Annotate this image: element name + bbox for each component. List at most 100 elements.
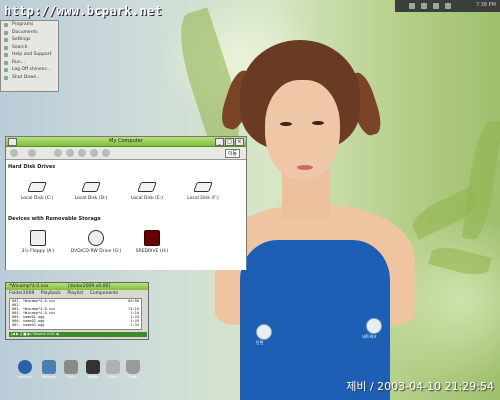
documents-icon	[4, 30, 8, 35]
drive-e[interactable]: Local Disk (E:)	[130, 182, 164, 201]
window-title-bar[interactable]: My Computer _ □ ×	[6, 137, 246, 147]
camera-drive-icon	[144, 230, 160, 246]
hard-disk-icon	[81, 182, 101, 192]
folder-icon	[106, 360, 120, 374]
maximize-button[interactable]: □	[225, 138, 234, 146]
tab-playlist[interactable]: Playlist	[67, 291, 83, 296]
track-name: 007. name03.ogg	[12, 323, 45, 327]
menu-item-programs[interactable]: Programs	[1, 21, 58, 29]
drive-label: 3½ Floppy (A:)	[21, 249, 55, 254]
minimize-button[interactable]: _	[215, 138, 224, 146]
close-button[interactable]: ×	[235, 138, 244, 146]
up-icon[interactable]	[54, 149, 62, 157]
menu-item-label: Search	[12, 44, 28, 50]
player-title-bar[interactable]: *Winamp*4.0.xxx [dodor2009 v0.06]	[6, 283, 148, 290]
playlist: 001. *Winamp*4.0.xxx 00:00 002. 003. *Win…	[9, 298, 142, 330]
dock-item-internet[interactable]: Internet	[16, 360, 34, 379]
tab-folder[interactable]: Folder2009	[9, 291, 34, 296]
clapper-icon	[86, 360, 100, 374]
media-player-window: *Winamp*4.0.xxx [dodor2009 v0.06] Folder…	[5, 282, 149, 340]
drive-label: Local Disk (E:)	[130, 196, 164, 201]
drive-label: DVD/CD-RW Drive (G:)	[70, 249, 122, 254]
dock-label: Internet	[18, 375, 32, 379]
menu-item-documents[interactable]: Documents	[1, 29, 58, 37]
back-icon[interactable]	[10, 149, 18, 157]
view-icon[interactable]	[102, 149, 110, 157]
menu-item-search[interactable]: Search	[1, 44, 58, 52]
tools-icon	[64, 360, 78, 374]
power-icon	[4, 75, 8, 80]
tray-icon[interactable]	[421, 3, 427, 9]
tab-components[interactable]: Components	[90, 291, 118, 296]
menu-item-label: Run...	[12, 59, 25, 65]
trash-icon	[126, 360, 140, 374]
drive-f[interactable]: Local Disk (F:)	[186, 182, 220, 201]
menu-item-label: Shut Down...	[12, 74, 41, 80]
drive-a[interactable]: 3½ Floppy (A:)	[16, 230, 60, 254]
optical-drive-icon	[88, 230, 104, 246]
menu-item-label: Help and Support	[12, 52, 52, 57]
window-title: My Computer	[109, 138, 143, 144]
menu-item-help[interactable]: Help and Support	[1, 51, 58, 59]
wallpaper-leaf	[461, 118, 500, 242]
menu-item-label: Settings	[12, 37, 31, 42]
desktop-disc-icon[interactable]	[256, 324, 272, 340]
drive-label: SREDRIVE (H:)	[135, 249, 169, 254]
network-icon	[42, 360, 56, 374]
search-icon	[4, 45, 8, 50]
dock-label: Trash	[128, 375, 138, 379]
settings-icon	[4, 38, 8, 42]
logoff-icon	[4, 68, 8, 72]
player-controls[interactable]: |◀ ▶ || ■ ▶| Volume 0:00 ◀	[9, 332, 147, 337]
window-menu-icon[interactable]	[8, 138, 17, 146]
go-button[interactable]: 이동	[224, 149, 240, 158]
globe-icon	[18, 360, 32, 374]
drive-d[interactable]: Local Disk (D:)	[74, 182, 108, 201]
hard-disk-icon	[27, 182, 47, 192]
player-tabs: Folder2009 Playback Playlist Components	[6, 290, 148, 297]
tools-icon[interactable]	[90, 149, 98, 157]
tray-icon[interactable]	[445, 3, 451, 9]
dock-label: Network	[41, 375, 57, 379]
dock-item-network[interactable]: Network	[40, 360, 58, 379]
help-icon	[4, 53, 8, 57]
dock-label: Media	[87, 375, 99, 379]
top-bar: 7:38 PM	[395, 0, 500, 12]
tray-icon[interactable]	[433, 3, 439, 9]
floppy-icon	[30, 230, 46, 246]
window-content: Hard Disk Drives Local Disk (C:) Local D…	[6, 159, 246, 270]
start-menu: Programs Documents Settings Search Help …	[0, 20, 59, 92]
player-title: *Winamp*4.0.xxx	[9, 284, 49, 289]
drive-g[interactable]: DVD/CD-RW Drive (G:)	[66, 230, 126, 254]
dock-item-tools[interactable]: Tools	[62, 360, 80, 379]
menu-item-shutdown[interactable]: Shut Down...	[1, 74, 58, 82]
search-icon[interactable]	[78, 149, 86, 157]
drive-h[interactable]: SREDRIVE (H:)	[130, 230, 174, 254]
my-computer-window: My Computer _ □ × 이동 Hard Disk Drives Lo…	[5, 136, 247, 270]
menu-item-label: Log Off shinenc...	[12, 67, 52, 72]
drive-label: Local Disk (C:)	[20, 196, 54, 201]
refresh-icon[interactable]	[66, 149, 74, 157]
desktop-disc-label: 단편	[256, 340, 264, 345]
wallpaper-mouth	[297, 165, 313, 170]
menu-item-run[interactable]: Run...	[1, 59, 58, 67]
forward-icon[interactable]	[28, 149, 36, 157]
dock-item-media[interactable]: Media	[84, 360, 102, 379]
clock: 7:38 PM	[475, 2, 496, 8]
player-title-right: [dodor2009 v0.06]	[68, 284, 111, 289]
desktop-disc-label: 네트워크	[362, 334, 377, 339]
list-item[interactable]: 007. name03.ogg 1:34	[10, 323, 141, 327]
tab-playback[interactable]: Playback	[41, 291, 61, 296]
wallpaper-leaf	[428, 242, 492, 280]
tray-icon[interactable]	[409, 3, 415, 9]
dock-label: Tools	[66, 375, 76, 379]
programs-icon	[4, 23, 8, 27]
drive-c[interactable]: Local Disk (C:)	[20, 182, 54, 201]
dock-item-trash[interactable]: Trash	[124, 360, 142, 379]
run-icon	[4, 60, 8, 65]
dock-item-docs[interactable]: Docs	[104, 360, 122, 379]
wallpaper-eye	[280, 122, 292, 126]
menu-item-logoff[interactable]: Log Off shinenc...	[1, 66, 58, 74]
desktop-disc-icon[interactable]	[366, 318, 382, 334]
menu-item-settings[interactable]: Settings	[1, 36, 58, 44]
